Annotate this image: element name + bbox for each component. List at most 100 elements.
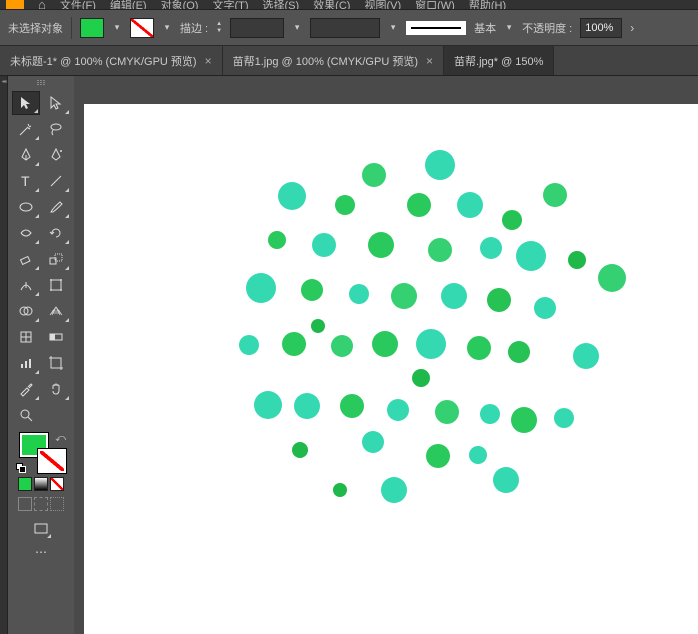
color-mode-solid[interactable] xyxy=(18,477,32,491)
swap-colors-icon[interactable]: ⤺ xyxy=(55,433,66,444)
art-dot xyxy=(362,431,384,453)
draw-behind-icon[interactable] xyxy=(34,497,48,511)
tab-miaobang1[interactable]: 苗帮1.jpg @ 100% (CMYK/GPU 预览) × xyxy=(223,46,444,75)
art-dot xyxy=(568,251,586,269)
toolbox-grip[interactable] xyxy=(21,80,61,88)
art-dot xyxy=(534,297,556,319)
opacity-field[interactable]: 100% xyxy=(580,18,622,38)
scale-tool[interactable] xyxy=(42,247,70,271)
tab-miaobang[interactable]: 苗帮.jpg* @ 150% xyxy=(444,46,554,75)
art-dot xyxy=(480,237,502,259)
var-width-dropdown-icon[interactable] xyxy=(388,23,398,33)
color-mode-none[interactable] xyxy=(50,477,64,491)
stroke-color-swatch[interactable] xyxy=(38,449,66,473)
menu-view[interactable]: 视图(V) xyxy=(364,0,401,10)
menu-window[interactable]: 窗口(W) xyxy=(415,0,455,10)
fill-swatch[interactable] xyxy=(80,18,104,38)
default-colors-icon[interactable] xyxy=(16,463,26,473)
art-dot xyxy=(312,233,336,257)
art-dot xyxy=(362,163,386,187)
stroke-weight-dropdown-icon[interactable] xyxy=(292,23,302,33)
menu-object[interactable]: 对象(O) xyxy=(161,0,199,10)
menu-select[interactable]: 选择(S) xyxy=(263,0,300,10)
perspective-grid-tool[interactable] xyxy=(42,299,70,323)
close-icon[interactable]: × xyxy=(205,54,212,68)
width-tool[interactable] xyxy=(12,273,40,297)
hand-tool[interactable] xyxy=(42,377,70,401)
art-dot xyxy=(268,231,286,249)
art-dot xyxy=(426,444,450,468)
opacity-label: 不透明度 : xyxy=(522,20,572,36)
stroke-swatch[interactable] xyxy=(130,18,154,38)
fill-dropdown-icon[interactable] xyxy=(112,23,122,33)
art-dot xyxy=(425,150,455,180)
type-tool[interactable]: T xyxy=(12,169,40,193)
mesh-tool[interactable] xyxy=(12,325,40,349)
pen-tool[interactable] xyxy=(12,143,40,167)
ellipse-tool[interactable] xyxy=(12,195,40,219)
zoom-tool[interactable] xyxy=(12,403,40,427)
tab-untitled[interactable]: 未标题-1* @ 100% (CMYK/GPU 预览) × xyxy=(0,46,223,75)
column-graph-tool[interactable] xyxy=(12,351,40,375)
options-bar: 未选择对象 描边 : ▲▼ 基本 不透明度 : 100% › xyxy=(0,10,698,46)
main-area: T ⤺ xyxy=(0,76,698,634)
art-dot xyxy=(391,283,417,309)
free-transform-tool[interactable] xyxy=(42,273,70,297)
art-dot xyxy=(246,273,276,303)
gradient-tool[interactable] xyxy=(42,325,70,349)
var-width-field[interactable] xyxy=(310,18,380,38)
direct-selection-tool[interactable] xyxy=(42,91,70,115)
brush-preview[interactable] xyxy=(406,21,466,35)
menu-type[interactable]: 文字(T) xyxy=(212,0,248,10)
draw-normal-icon[interactable] xyxy=(18,497,32,511)
eyedropper-tool[interactable] xyxy=(12,377,40,401)
edit-toolbar-icon[interactable]: ⋯ xyxy=(30,543,52,561)
art-dot xyxy=(598,264,626,292)
close-icon[interactable]: × xyxy=(426,54,433,68)
menu-help[interactable]: 帮助(H) xyxy=(469,0,506,10)
svg-text:T: T xyxy=(21,173,30,189)
art-dot xyxy=(387,399,409,421)
lasso-tool[interactable] xyxy=(42,117,70,141)
brush-dropdown-icon[interactable] xyxy=(504,23,514,33)
draw-inside-icon[interactable] xyxy=(50,497,64,511)
draw-mode-row xyxy=(18,497,64,511)
line-segment-tool[interactable] xyxy=(42,169,70,193)
eraser-tool[interactable] xyxy=(12,247,40,271)
selection-tool[interactable] xyxy=(12,91,40,115)
art-dot xyxy=(457,192,483,218)
curvature-tool[interactable] xyxy=(42,143,70,167)
artboard-tool[interactable] xyxy=(42,351,70,375)
shaper-tool[interactable] xyxy=(12,221,40,245)
stroke-weight-field[interactable] xyxy=(230,18,284,38)
canvas-area[interactable] xyxy=(74,76,698,634)
stroke-dropdown-icon[interactable] xyxy=(162,23,172,33)
shape-builder-tool[interactable] xyxy=(12,299,40,323)
menu-edit[interactable]: 编辑(E) xyxy=(110,0,147,10)
art-dot xyxy=(282,332,306,356)
paintbrush-tool[interactable] xyxy=(42,195,70,219)
art-dot xyxy=(340,394,364,418)
art-dot xyxy=(441,283,467,309)
empty-slot xyxy=(42,403,70,427)
stroke-weight-stepper[interactable]: ▲▼ xyxy=(216,21,222,34)
home-icon[interactable]: ⌂ xyxy=(38,0,46,10)
art-dot xyxy=(469,446,487,464)
magic-wand-tool[interactable] xyxy=(12,117,40,141)
artboard[interactable] xyxy=(84,104,698,634)
art-dot xyxy=(311,319,325,333)
opacity-more-icon[interactable]: › xyxy=(630,21,634,35)
selection-status: 未选择对象 xyxy=(8,20,63,36)
screen-mode-icon[interactable] xyxy=(30,519,52,539)
rotate-tool[interactable] xyxy=(42,221,70,245)
art-dot xyxy=(239,335,259,355)
menu-effect[interactable]: 效果(C) xyxy=(313,0,350,10)
brush-profile-label: 基本 xyxy=(474,20,496,36)
panel-collapse-strip[interactable] xyxy=(0,76,8,634)
menu-file[interactable]: 文件(F) xyxy=(60,0,96,10)
fill-stroke-control[interactable]: ⤺ xyxy=(16,433,66,473)
color-mode-gradient[interactable] xyxy=(34,477,48,491)
opacity-value: 100% xyxy=(585,22,613,34)
art-dot xyxy=(301,279,323,301)
art-dot xyxy=(493,467,519,493)
